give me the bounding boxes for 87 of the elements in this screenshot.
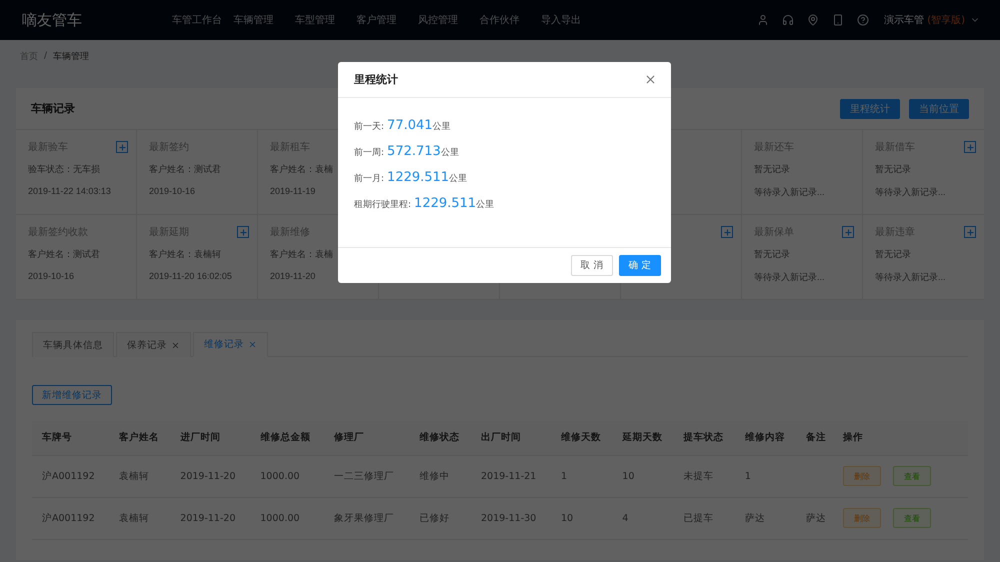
table-cell: 1000.00 bbox=[250, 455, 324, 497]
table-cell: 2019-11-20 bbox=[170, 497, 250, 539]
breadcrumb-separator: / bbox=[44, 51, 48, 61]
table-cell: 未提车 bbox=[674, 455, 735, 497]
table-cell: 2019-11-21 bbox=[471, 455, 551, 497]
nav-link[interactable]: 合作伙伴 bbox=[480, 13, 541, 27]
table-cell: 1000.00 bbox=[250, 497, 324, 539]
record-text: 等待录入新记录... bbox=[875, 271, 947, 284]
record-text: 2019-10-16 bbox=[149, 186, 196, 196]
record-text: 2019-10-16 bbox=[28, 271, 76, 281]
add-record-button[interactable]: 新增维修记录 bbox=[32, 385, 112, 405]
edition-label: (智享版) bbox=[927, 14, 965, 27]
tab[interactable]: 维修记录 bbox=[193, 332, 268, 357]
record-text: 2019-11-20 16:02:05 bbox=[149, 271, 233, 281]
record-text: 客户姓名：袁楠轲 bbox=[149, 248, 222, 261]
confirm-button[interactable]: 确 定 bbox=[619, 255, 661, 276]
help-icon[interactable] bbox=[857, 14, 870, 26]
table-cell: 维修中 bbox=[410, 455, 471, 497]
table-cell: 4 bbox=[612, 497, 674, 539]
table-cell: 象牙果修理厂 bbox=[324, 497, 410, 539]
record-text: 2019-11-19 bbox=[270, 186, 316, 196]
mileage-stat: 前一天: 77.041公里 bbox=[354, 118, 452, 134]
nav-link[interactable]: 导入导出 bbox=[541, 13, 602, 27]
mileage-stat: 前一周: 572.713公里 bbox=[354, 144, 460, 160]
user-name[interactable]: 演示车管 bbox=[884, 13, 924, 27]
record-text: 暂无记录 bbox=[754, 163, 791, 176]
table-cell: 1 bbox=[550, 455, 612, 497]
add-icon[interactable] bbox=[964, 226, 976, 238]
delete-button[interactable]: 删除 bbox=[843, 466, 882, 486]
nav-link[interactable]: 车管工作台 bbox=[172, 13, 234, 27]
table-cell: 一二三修理厂 bbox=[324, 455, 410, 497]
breadcrumb-link[interactable]: 车辆管理 bbox=[53, 50, 90, 62]
nav-link[interactable]: 车辆管理 bbox=[234, 13, 295, 27]
table-cell: 沪A001192 bbox=[32, 497, 109, 539]
mileage-stat: 租期行驶里程: 1229.511公里 bbox=[354, 196, 496, 212]
record-text: 暂无记录 bbox=[875, 248, 912, 261]
table-cell: 10 bbox=[612, 455, 674, 497]
record-text: 2019-11-20 bbox=[270, 271, 316, 281]
record-text: 暂无记录 bbox=[875, 163, 912, 176]
add-icon[interactable] bbox=[964, 141, 976, 153]
close-button[interactable] bbox=[644, 73, 657, 86]
close-icon[interactable] bbox=[248, 340, 257, 349]
header-button[interactable]: 当前位置 bbox=[909, 98, 969, 118]
modal-title: 里程统计 bbox=[354, 72, 398, 87]
delete-button[interactable]: 删除 bbox=[843, 508, 882, 528]
add-icon[interactable] bbox=[116, 141, 128, 153]
table-cell: 已提车 bbox=[674, 497, 735, 539]
record-text: 暂无记录 bbox=[754, 248, 791, 261]
add-icon[interactable] bbox=[721, 226, 733, 238]
location-pin-icon[interactable] bbox=[807, 14, 820, 26]
table-cell: 2019-11-20 bbox=[170, 455, 250, 497]
table-cell: 萨达 bbox=[734, 497, 796, 539]
record-text: 2019-11-22 14:03:13 bbox=[28, 186, 112, 196]
card-title: 车辆记录 bbox=[31, 101, 75, 116]
table-cell: 1 bbox=[734, 455, 796, 497]
table-cell: 萨达 bbox=[796, 497, 834, 539]
close-icon[interactable] bbox=[171, 340, 180, 350]
table-cell: 10 bbox=[550, 497, 612, 539]
record-text: 等待录入新记录... bbox=[875, 186, 947, 199]
user-icon[interactable] bbox=[757, 14, 770, 26]
tab[interactable]: 车辆具体信息 bbox=[32, 332, 114, 357]
table-cell: 沪A001192 bbox=[32, 455, 109, 497]
record-text: 客户姓名：袁楠 bbox=[270, 163, 334, 176]
headset-icon[interactable] bbox=[782, 14, 794, 26]
phone-icon[interactable] bbox=[832, 14, 844, 26]
nav-link[interactable]: 车型管理 bbox=[295, 13, 356, 27]
add-icon[interactable] bbox=[237, 226, 249, 238]
record-text: 验车状态：无车损 bbox=[28, 163, 101, 176]
header-button[interactable]: 里程统计 bbox=[840, 98, 900, 118]
nav-link[interactable]: 客户管理 bbox=[356, 13, 418, 27]
view-button[interactable]: 查看 bbox=[893, 466, 932, 486]
app-logo: 嘀友管车 bbox=[22, 10, 83, 30]
view-button[interactable]: 查看 bbox=[893, 508, 932, 528]
record-text: 等待录入新记录... bbox=[754, 271, 826, 284]
add-icon[interactable] bbox=[842, 226, 854, 238]
table-cell: 袁楠轲 bbox=[108, 497, 170, 539]
nav-link[interactable]: 风控管理 bbox=[418, 13, 480, 27]
table-cell: 2019-11-30 bbox=[471, 497, 551, 539]
cancel-button[interactable]: 取 消 bbox=[571, 255, 613, 276]
tab[interactable]: 保养记录 bbox=[116, 332, 191, 357]
record-text: 等待录入新记录... bbox=[754, 186, 826, 199]
record-text: 客户姓名：测试君 bbox=[28, 248, 101, 261]
table-cell: 已修好 bbox=[410, 497, 471, 539]
table-cell: 袁楠轲 bbox=[108, 455, 170, 497]
mileage-stat: 前一月: 1229.511公里 bbox=[354, 170, 468, 186]
record-text: 客户姓名：测试君 bbox=[149, 163, 222, 176]
record-text: 客户姓名：袁楠 bbox=[270, 248, 334, 261]
